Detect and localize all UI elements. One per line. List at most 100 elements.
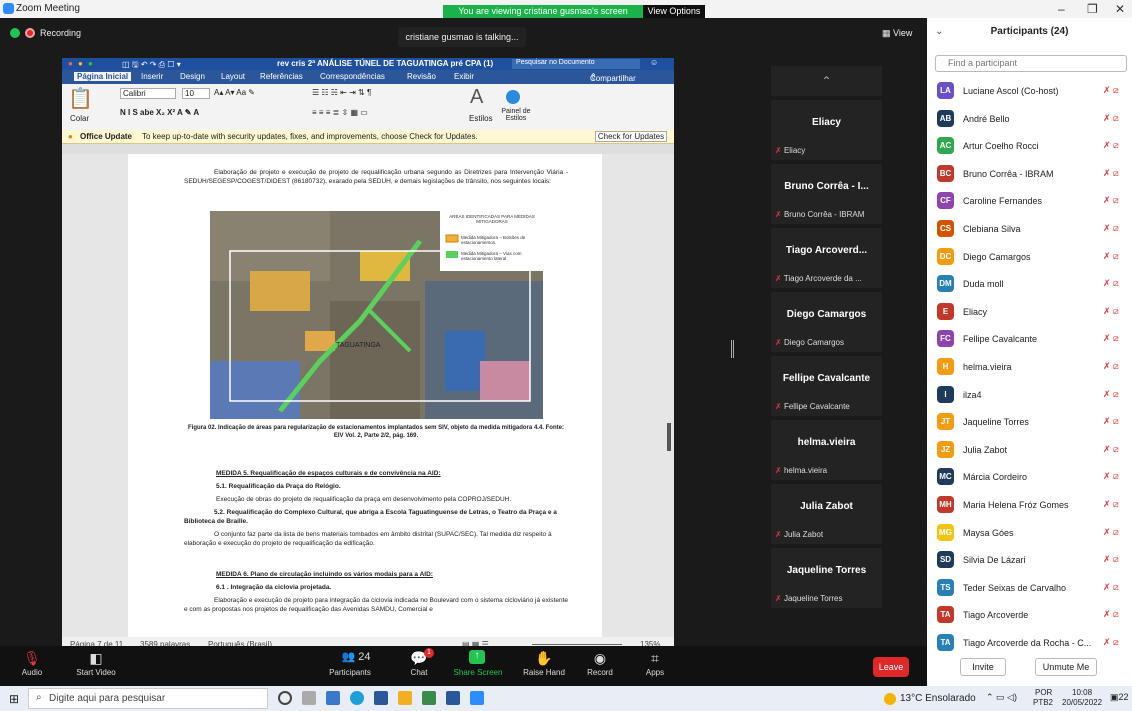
tab-inserir[interactable]: Inserir bbox=[141, 72, 163, 81]
leave-button[interactable]: Leave bbox=[873, 657, 909, 677]
invite-button[interactable]: Invite bbox=[960, 658, 1006, 676]
video-tile[interactable]: Eliacy ✗ Eliacy bbox=[771, 100, 882, 160]
video-tile[interactable]: helma.vieira ✗ helma.vieira bbox=[771, 420, 882, 480]
participant-row[interactable]: BC Bruno Corrêa - IBRAM ✗ ⧄ bbox=[927, 161, 1132, 188]
close-icon[interactable]: ✕ bbox=[1115, 2, 1125, 16]
share-screen-label[interactable]: Share Screen bbox=[450, 668, 506, 677]
edge-browser-icon[interactable] bbox=[350, 691, 364, 705]
video-off-icon[interactable]: ◧ bbox=[84, 650, 108, 667]
tab-correspondencias[interactable]: Correspondências bbox=[320, 72, 385, 81]
participant-row[interactable]: JT Jaqueline Torres ✗ ⧄ bbox=[927, 409, 1132, 436]
participant-row[interactable]: MH Maria Helena Fróz Gomes ✗ ⧄ bbox=[927, 492, 1132, 519]
font-grow-icons[interactable]: A▴ A▾ Aa ✎ bbox=[214, 88, 255, 97]
font-name-select[interactable]: Calibri bbox=[120, 88, 176, 99]
security-shield-icon[interactable] bbox=[10, 28, 20, 38]
store-icon[interactable] bbox=[374, 691, 388, 705]
view-options-button[interactable]: View Options ⌄ bbox=[643, 5, 705, 29]
windows-start-icon[interactable]: ⊞ bbox=[9, 692, 19, 706]
tab-layout[interactable]: Layout bbox=[221, 72, 245, 81]
participant-row[interactable]: JZ Julia Zabot ✗ ⧄ bbox=[927, 437, 1132, 464]
view-button[interactable]: ▦ View bbox=[882, 28, 912, 39]
cortana-icon[interactable] bbox=[278, 691, 292, 705]
participant-row[interactable]: MG Maysa Góes ✗ ⧄ bbox=[927, 520, 1132, 547]
video-tile[interactable]: Fellipe Cavalcante ✗ Fellipe Cavalcante bbox=[771, 356, 882, 416]
participant-row[interactable]: TA Tiago Arcoverde da Rocha - C... ✗ ⧄ bbox=[927, 630, 1132, 657]
participant-row[interactable]: E Eliacy ✗ ⧄ bbox=[927, 299, 1132, 326]
participant-row[interactable]: SD Silvia De Lázari ✗ ⧄ bbox=[927, 547, 1132, 574]
keyboard-layout[interactable]: PTB2 bbox=[1033, 698, 1053, 707]
muted-mic-icon[interactable]: 🎙 bbox=[20, 650, 44, 667]
explorer-icon[interactable] bbox=[398, 691, 412, 705]
participant-row[interactable]: CF Caroline Fernandes ✗ ⧄ bbox=[927, 188, 1132, 215]
align-buttons[interactable]: ≡ ≡ ≡ ≣ ⇳ ▦ ▭ bbox=[312, 108, 368, 117]
taskbar-search-input[interactable]: Digite aqui para pesquisar bbox=[28, 688, 268, 709]
styles-icon[interactable]: A bbox=[470, 86, 483, 109]
document-page[interactable]: Elaboração de projeto e execução de proj… bbox=[128, 154, 602, 639]
video-tile[interactable]: Julia Zabot ✗ Julia Zabot bbox=[771, 484, 882, 544]
notification-icon[interactable]: ▣22 bbox=[1110, 692, 1129, 703]
participant-row[interactable]: Hhelma.vieira ✗ ⧄ bbox=[927, 354, 1132, 381]
participant-row[interactable]: Iilza4 ✗ ⧄ bbox=[927, 382, 1132, 409]
format-buttons[interactable]: N I S abe X₂ X² A ✎ A bbox=[120, 108, 199, 117]
word-search-input[interactable]: Pesquisar no Documento bbox=[512, 59, 640, 69]
restore-icon[interactable]: ❐ bbox=[1087, 2, 1098, 16]
lang-indicator[interactable]: POR bbox=[1035, 688, 1052, 697]
mac-close-icon[interactable]: ● bbox=[68, 59, 73, 68]
account-icon[interactable]: ☺ bbox=[650, 58, 658, 67]
mac-zoom-icon[interactable]: ● bbox=[88, 59, 93, 68]
raise-hand-icon[interactable]: ✋ bbox=[532, 650, 556, 667]
video-tile[interactable]: Bruno Corrêa - I... ✗ Bruno Corrêa - IBRA… bbox=[771, 164, 882, 224]
video-tile[interactable]: Diego Camargos ✗ Diego Camargos bbox=[771, 292, 882, 352]
audio-label[interactable]: Audio bbox=[14, 668, 50, 677]
chat-label[interactable]: Chat bbox=[405, 668, 433, 677]
tab-referencias[interactable]: Referências bbox=[260, 72, 303, 81]
participants-icon[interactable]: 👥 24 bbox=[336, 650, 376, 663]
tray-icons[interactable]: ⌃ ▭ ◁) bbox=[986, 692, 1017, 703]
video-tile[interactable]: Tiago Arcoverd... ✗ Tiago Arcoverde da ..… bbox=[771, 228, 882, 288]
video-tile[interactable]: Jaqueline Torres ✗ Jaqueline Torres bbox=[771, 548, 882, 608]
record-icon[interactable]: ◉ bbox=[588, 650, 612, 667]
apps-label[interactable]: Apps bbox=[637, 668, 673, 677]
check-updates-button[interactable]: Check for Updates bbox=[595, 131, 667, 142]
word-app-icon[interactable] bbox=[446, 691, 460, 705]
font-size-select[interactable]: 10 bbox=[182, 88, 210, 99]
document-scrollbar[interactable] bbox=[667, 423, 671, 451]
clock-time[interactable]: 10:08 bbox=[1072, 688, 1092, 697]
record-label[interactable]: Record bbox=[582, 668, 618, 677]
participant-row[interactable]: TA Tiago Arcoverde ✗ ⧄ bbox=[927, 602, 1132, 629]
apps-icon[interactable]: ⌗ bbox=[643, 650, 667, 667]
participant-row[interactable]: TS Teder Seixas de Carvalho ✗ ⧄ bbox=[927, 575, 1132, 602]
unmute-me-button[interactable]: Unmute Me bbox=[1035, 658, 1097, 676]
tab-exibir[interactable]: Exibir bbox=[454, 72, 474, 81]
mail-app-icon[interactable] bbox=[326, 691, 340, 705]
participant-row[interactable]: DC Diego Camargos ✗ ⧄ bbox=[927, 244, 1132, 271]
zoom-app-icon[interactable] bbox=[470, 691, 484, 705]
clock-date[interactable]: 20/05/2022 bbox=[1062, 698, 1102, 707]
participant-row[interactable]: MC Márcia Cordeiro ✗ ⧄ bbox=[927, 464, 1132, 491]
styles-pane-icon[interactable] bbox=[506, 90, 520, 104]
participants-label[interactable]: Participants bbox=[320, 668, 380, 677]
start-video-label[interactable]: Start Video bbox=[70, 668, 122, 677]
participant-row[interactable]: CS Clebiana Silva ✗ ⧄ bbox=[927, 216, 1132, 243]
weather-text[interactable]: 13°C Ensolarado bbox=[900, 693, 976, 704]
participant-row[interactable]: LA Luciane Ascol (Co-host) ✗ ⧄ bbox=[927, 78, 1132, 105]
participant-row[interactable]: DM Duda moll ✗ ⧄ bbox=[927, 271, 1132, 298]
tab-pagina-inicial[interactable]: Página Inicial bbox=[74, 72, 132, 81]
tab-design[interactable]: Design bbox=[180, 72, 205, 81]
video-scroll-up-button[interactable]: ⌃ bbox=[771, 66, 882, 96]
participant-row[interactable]: FC Fellipe Cavalcante ✗ ⧄ bbox=[927, 326, 1132, 353]
tab-revisao[interactable]: Revisão bbox=[407, 72, 436, 81]
zoom-slider[interactable] bbox=[532, 644, 622, 645]
app-icon[interactable] bbox=[422, 691, 436, 705]
task-view-icon[interactable] bbox=[302, 691, 316, 705]
mac-minimize-icon[interactable]: ● bbox=[78, 59, 83, 68]
split-handle[interactable] bbox=[731, 340, 734, 358]
minimize-icon[interactable]: – bbox=[1058, 2, 1065, 16]
list-buttons[interactable]: ☰ ☷ ☵ ⇤ ⇥ ⇅ ¶ bbox=[312, 88, 371, 97]
paste-icon[interactable]: 📋 bbox=[68, 86, 93, 111]
participant-row[interactable]: AC Artur Coelho Rocci ✗ ⧄ bbox=[927, 133, 1132, 160]
share-screen-icon[interactable]: ↑ bbox=[469, 650, 485, 664]
share-button[interactable]: ⇪ Compartilhar ⌃ bbox=[590, 72, 636, 83]
participant-row[interactable]: AB André Bello ✗ ⧄ bbox=[927, 106, 1132, 133]
recording-label[interactable]: Recording bbox=[40, 28, 81, 38]
